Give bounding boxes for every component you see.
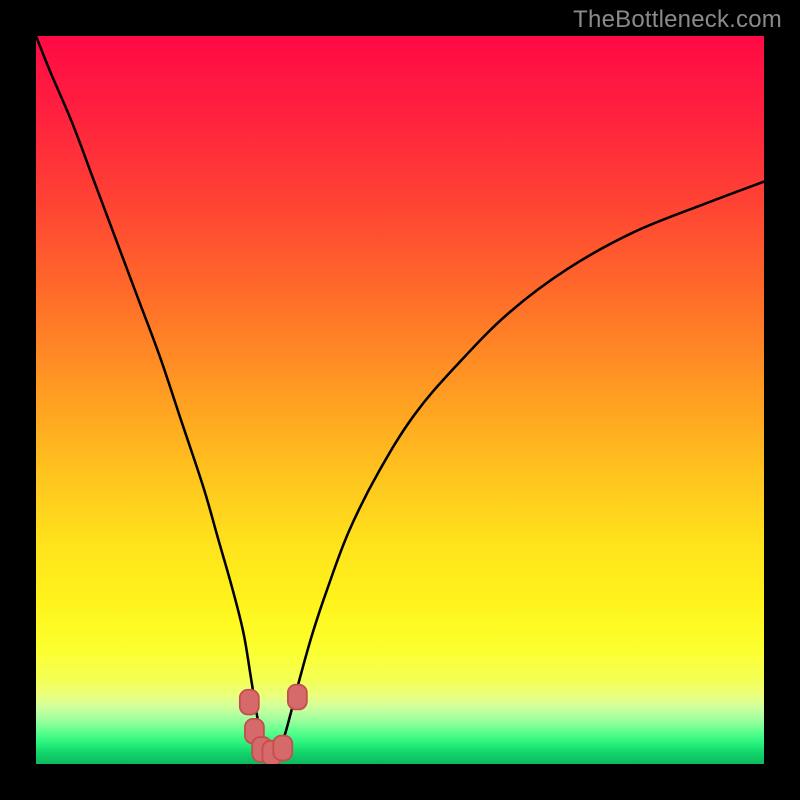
watermark-text: TheBottleneck.com: [573, 6, 782, 34]
chart-frame: TheBottleneck.com: [0, 0, 800, 800]
marker-bottom-3: [273, 736, 292, 761]
curve-layer: [36, 36, 764, 764]
marker-right-top: [288, 685, 307, 710]
marker-left-top: [240, 690, 259, 715]
marker-group: [240, 685, 307, 764]
bottleneck-curve: [36, 36, 764, 755]
plot-area: [36, 36, 764, 764]
